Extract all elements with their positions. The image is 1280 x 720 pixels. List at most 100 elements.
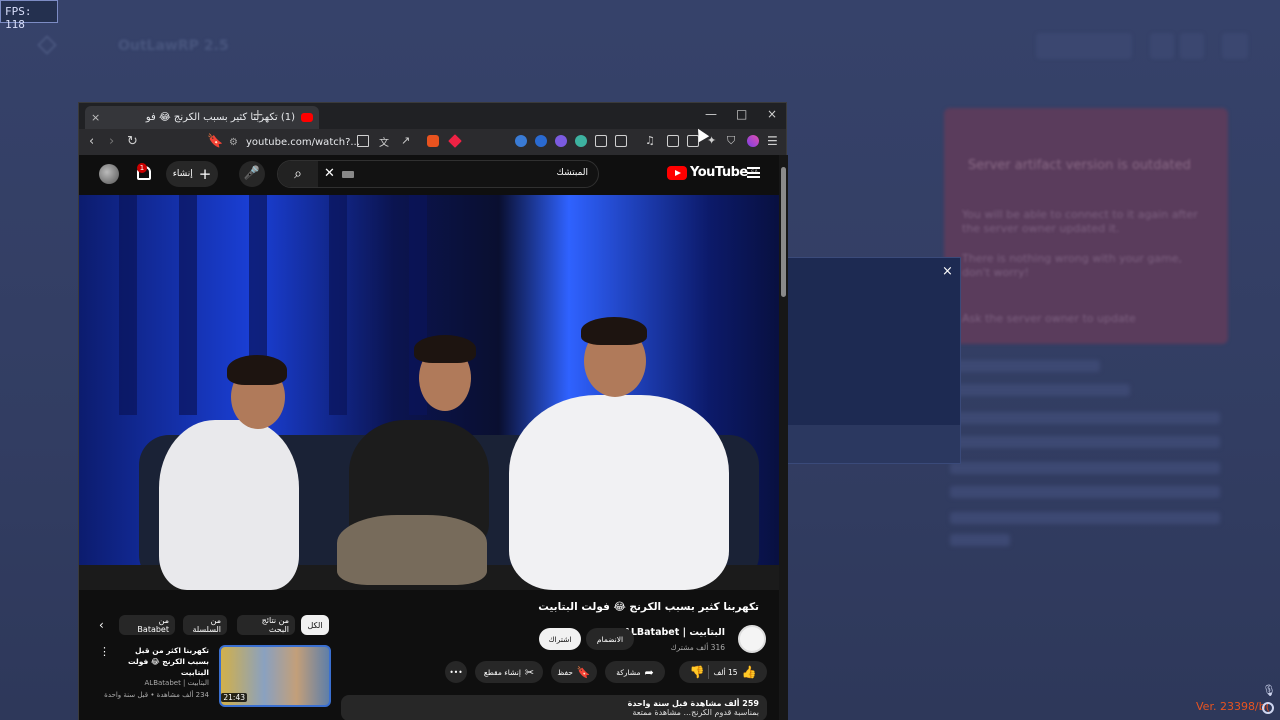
bg-row <box>950 384 1130 396</box>
app-logo-icon <box>37 35 57 55</box>
tab-title: (1) تكهربنا كثير بسبب الكرنج 😂 فو <box>145 112 295 123</box>
clear-search-icon[interactable]: ✕ <box>324 166 335 181</box>
save-button[interactable]: 🔖 حفظ <box>551 661 597 683</box>
bg-row <box>950 436 1220 448</box>
save-label: حفظ <box>557 667 573 677</box>
bg-row <box>950 412 1220 424</box>
bg-icon-button <box>1180 33 1204 59</box>
video-frame-detail <box>329 195 347 415</box>
translate-icon[interactable]: 文 <box>379 134 389 149</box>
forward-icon[interactable]: › <box>109 134 114 149</box>
clip-label: إنشاء مقطع <box>483 667 521 677</box>
scrollbar[interactable] <box>779 155 788 720</box>
close-icon[interactable]: × <box>942 264 953 279</box>
channel-avatar[interactable] <box>738 625 766 653</box>
tab-youtube[interactable]: (1) تكهربنا كثير بسبب الكرنج 😂 فو × <box>85 106 319 129</box>
notice-title: Server artifact version is outdated <box>968 158 1191 173</box>
view-count: 259 ألف مشاهدة قبل سنة واحدة <box>627 699 759 708</box>
subscriber-count: 316 ألف مشترك <box>670 643 725 652</box>
extension-icon[interactable] <box>575 135 587 147</box>
wallet-icon[interactable] <box>747 135 759 147</box>
extension-icon[interactable] <box>555 135 567 147</box>
recommendation-title[interactable]: تكهربنا اكثر من قبل بسبب الكرنج 😂 فولت ا… <box>119 645 209 678</box>
description-box[interactable]: 259 ألف مشاهدة قبل سنة واحدة بمناسبة قدو… <box>341 695 767 720</box>
maximize-button[interactable]: □ <box>736 107 747 121</box>
dislike-icon[interactable]: 👎 <box>690 665 705 679</box>
video-frame-detail <box>337 515 487 585</box>
notice-line: the server owner updated it. <box>962 222 1120 235</box>
cast-icon[interactable] <box>357 135 369 147</box>
chip-all[interactable]: الكل <box>301 615 329 635</box>
share-button[interactable]: ➦ مشاركة <box>605 661 665 683</box>
scissors-icon: ✂ <box>524 665 535 679</box>
browser-window: (1) تكهربنا كثير بسبب الكرنج 😂 فو × + — … <box>78 102 788 720</box>
recommended-video[interactable]: 21:43 تكهربنا اكثر من قبل بسبب الكرنج 😂 … <box>99 645 331 711</box>
youtube-logo[interactable]: YouTube SA <box>667 165 758 180</box>
version-label: Ver. 23398/b( <box>1196 700 1270 713</box>
vpn-shield-icon[interactable]: ⛉ <box>727 134 735 148</box>
url-text: youtube.com/watch?... <box>245 136 360 148</box>
plus-icon: + <box>198 165 212 183</box>
create-button[interactable]: إنشاء + <box>166 161 218 187</box>
video-title: تكهربنا كثير بسبب الكرنج 😂 فولت البتابيت <box>538 601 759 613</box>
more-actions-button[interactable]: ••• <box>445 661 467 683</box>
video-duration: 21:43 <box>221 693 247 702</box>
music-icon[interactable]: ♫ <box>645 134 655 147</box>
bookmark-icon[interactable]: 🔖 <box>207 134 223 149</box>
chip-series[interactable]: من السلسلة <box>183 615 227 635</box>
recommendation-channel: البتابيت | ALBatabet <box>144 679 210 687</box>
like-icon[interactable]: 👍 <box>742 665 757 679</box>
scrollbar-thumb[interactable] <box>781 167 786 297</box>
minimize-button[interactable]: — <box>705 107 717 121</box>
brave-shields-icon[interactable] <box>427 135 439 147</box>
avatar[interactable] <box>99 164 119 184</box>
search-button[interactable]: ⌕ <box>278 161 318 187</box>
subscribe-button[interactable]: اشتراك <box>539 628 581 650</box>
search-box[interactable]: ⌕ ✕ المبتشك <box>277 160 599 188</box>
reload-icon[interactable]: ↻ <box>127 134 138 149</box>
video-frame-detail <box>509 395 729 590</box>
settings-icon[interactable] <box>1262 702 1274 714</box>
bg-row <box>950 360 1100 372</box>
create-label: إنشاء <box>172 169 193 179</box>
video-player[interactable] <box>79 195 779 590</box>
tab-close-icon[interactable]: × <box>91 111 100 124</box>
browser-toolbar: ‹ › ↻ 🔖 ⚙ youtube.com/watch?... 文 ↗ ♫ ✦ … <box>79 129 786 155</box>
site-info-icon[interactable]: ⚙ <box>229 137 238 148</box>
microphone-icon: 🎙 <box>1262 684 1276 697</box>
chevron-left-icon[interactable]: ‹ <box>99 618 104 632</box>
menu-icon[interactable]: ☰ <box>767 134 778 148</box>
share-arrow-icon: ➦ <box>644 665 654 679</box>
notification-badge: 1 <box>137 163 147 173</box>
like-count: 15 ألف <box>713 667 738 677</box>
share-icon[interactable]: ↗ <box>401 134 410 147</box>
video-frame-detail <box>179 195 197 415</box>
password-manager-icon[interactable] <box>535 135 547 147</box>
join-button[interactable]: الانضمام <box>586 628 634 650</box>
extensions-puzzle-icon[interactable] <box>595 135 607 147</box>
more-vert-icon[interactable]: ⋮ <box>99 645 110 658</box>
modal-footer <box>785 425 960 463</box>
youtube-favicon-icon <box>301 113 313 122</box>
guide-menu-icon[interactable] <box>747 167 760 178</box>
new-tab-button[interactable]: + <box>252 107 264 123</box>
extension-icon[interactable] <box>515 135 527 147</box>
notice-line: You will be able to connect to it again … <box>962 208 1198 221</box>
sidebar-icon[interactable] <box>667 135 679 147</box>
clip-button[interactable]: ✂ إنشاء مقطع <box>475 661 543 683</box>
close-window-button[interactable]: × <box>767 107 777 121</box>
notice-line: don't worry! <box>962 266 1030 279</box>
channel-name[interactable]: البتابيت | ALBatabet <box>623 627 725 638</box>
bg-row <box>950 512 1220 524</box>
search-input[interactable]: المبتشك <box>557 168 589 178</box>
screenshot-icon[interactable] <box>615 135 627 147</box>
bg-row <box>950 462 1220 474</box>
keyboard-icon[interactable] <box>342 171 354 178</box>
chip-channel[interactable]: من Batabet <box>119 615 175 635</box>
bg-button <box>1036 33 1132 59</box>
voice-search-icon[interactable]: 🎤 <box>239 161 265 187</box>
back-icon[interactable]: ‹ <box>89 134 94 149</box>
video-frame-detail <box>581 317 647 345</box>
like-dislike-group: 👍 15 ألف 👎 <box>679 661 767 683</box>
chip-search-results[interactable]: من نتائج البحث <box>237 615 295 635</box>
